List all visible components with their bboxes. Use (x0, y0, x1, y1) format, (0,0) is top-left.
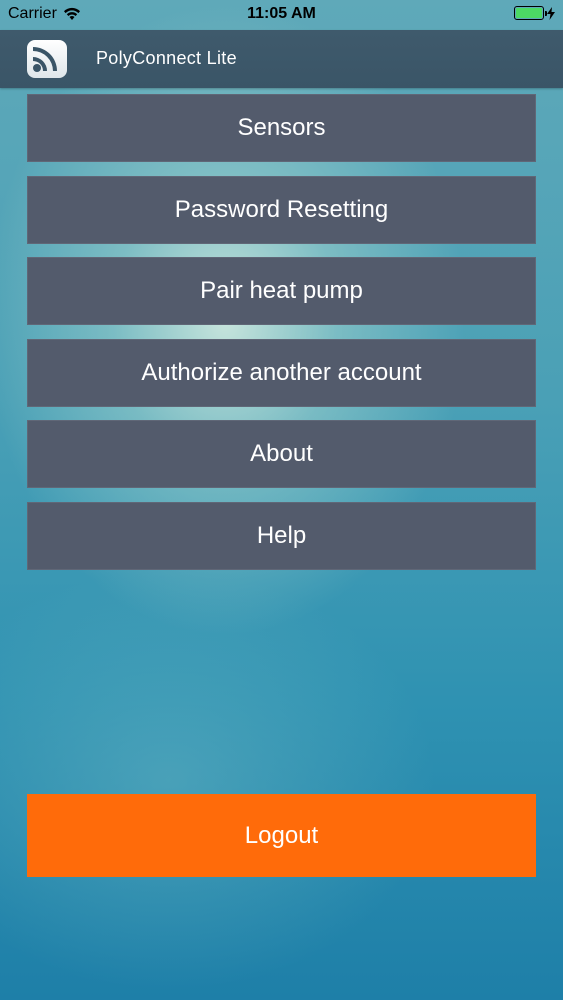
battery-fill (516, 8, 542, 18)
password-resetting-button[interactable]: Password Resetting (27, 175, 536, 244)
bolt-icon (547, 6, 555, 20)
main-menu: Sensors Password Resetting Pair heat pum… (27, 94, 536, 583)
authorize-account-button[interactable]: Authorize another account (27, 338, 536, 407)
about-button[interactable]: About (27, 420, 536, 488)
pair-heat-pump-button[interactable]: Pair heat pump (27, 257, 536, 325)
app-title: PolyConnect Lite (96, 48, 237, 68)
help-button[interactable]: Help (27, 501, 536, 570)
battery-group (514, 6, 555, 20)
sensors-button[interactable]: Sensors (27, 94, 536, 162)
rss-feed-icon[interactable] (26, 39, 68, 79)
logout-button[interactable]: Logout (27, 794, 536, 877)
status-time: 11:05 AM (247, 5, 316, 22)
app-header: PolyConnect Lite (0, 30, 563, 88)
status-bar: Carrier 11:05 AM (0, 0, 563, 30)
battery-icon (514, 6, 547, 20)
